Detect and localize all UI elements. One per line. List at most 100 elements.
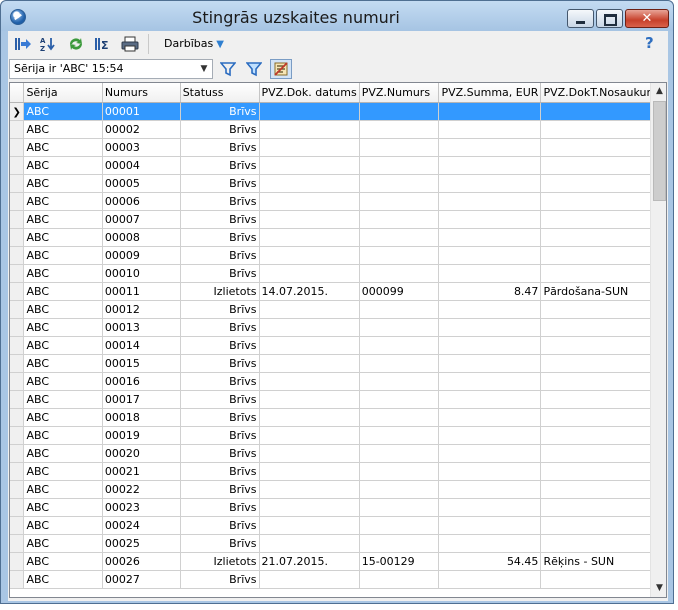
vertical-scrollbar[interactable]: ▲ ▼ bbox=[650, 83, 666, 597]
table-row[interactable]: ABC 00024 Brīvs bbox=[10, 516, 666, 535]
export-button[interactable] bbox=[12, 34, 34, 54]
scroll-thumb[interactable] bbox=[653, 101, 666, 201]
table-row[interactable]: ABC 00003 Brīvs bbox=[10, 138, 666, 157]
cell-numurs[interactable]: 00022 bbox=[102, 480, 181, 499]
cell-numurs[interactable]: 00024 bbox=[102, 516, 181, 535]
cell-dok-datums[interactable]: 21.07.2015. bbox=[259, 552, 360, 571]
cell-serija[interactable]: ABC bbox=[23, 192, 103, 211]
cell-statuss[interactable]: Brīvs bbox=[180, 174, 260, 193]
cell-nosaukums[interactable] bbox=[540, 534, 666, 553]
cell-dok-datums[interactable] bbox=[259, 462, 360, 481]
cell-dok-datums[interactable] bbox=[259, 354, 360, 373]
column-header-pvz-numurs[interactable]: PVZ.Numurs bbox=[359, 83, 440, 103]
cell-pvz-numurs[interactable] bbox=[359, 372, 440, 391]
cell-summa[interactable] bbox=[438, 210, 542, 229]
cell-dok-datums[interactable] bbox=[259, 516, 360, 535]
cell-pvz-numurs[interactable] bbox=[359, 138, 440, 157]
cell-dok-datums[interactable] bbox=[259, 174, 360, 193]
row-indicator[interactable] bbox=[10, 138, 25, 157]
cell-serija[interactable]: ABC bbox=[23, 318, 103, 337]
cell-numurs[interactable]: 00003 bbox=[102, 138, 181, 157]
column-header-statuss[interactable]: Statuss bbox=[180, 83, 260, 103]
actions-menu-button[interactable]: Darbības ▼ bbox=[164, 37, 224, 50]
cell-summa[interactable] bbox=[438, 516, 542, 535]
table-row[interactable]: ABC 00019 Brīvs bbox=[10, 426, 666, 445]
cell-statuss[interactable]: Brīvs bbox=[180, 480, 260, 499]
cell-serija[interactable]: ABC bbox=[23, 282, 103, 301]
cell-statuss[interactable]: Brīvs bbox=[180, 210, 260, 229]
cell-dok-datums[interactable] bbox=[259, 318, 360, 337]
cell-serija[interactable]: ABC bbox=[23, 516, 103, 535]
cell-pvz-numurs[interactable] bbox=[359, 354, 440, 373]
cell-dok-datums[interactable] bbox=[259, 120, 360, 139]
cell-serija[interactable]: ABC bbox=[23, 300, 103, 319]
cell-pvz-numurs[interactable] bbox=[359, 390, 440, 409]
cell-nosaukums[interactable] bbox=[540, 498, 666, 517]
cell-pvz-numurs[interactable] bbox=[359, 444, 440, 463]
clear-filter-button[interactable] bbox=[270, 59, 292, 79]
table-row[interactable]: ABC 00015 Brīvs bbox=[10, 354, 666, 373]
cell-pvz-numurs[interactable] bbox=[359, 534, 440, 553]
row-indicator[interactable] bbox=[10, 246, 25, 265]
sum-button[interactable]: Σ bbox=[92, 34, 114, 54]
cell-nosaukums[interactable] bbox=[540, 318, 666, 337]
cell-numurs[interactable]: 00016 bbox=[102, 372, 181, 391]
cell-pvz-numurs[interactable] bbox=[359, 210, 440, 229]
table-row[interactable]: ABC 00016 Brīvs bbox=[10, 372, 666, 391]
cell-nosaukums[interactable] bbox=[540, 372, 666, 391]
row-indicator[interactable] bbox=[10, 444, 25, 463]
cell-statuss[interactable]: Brīvs bbox=[180, 228, 260, 247]
cell-statuss[interactable]: Brīvs bbox=[180, 534, 260, 553]
cell-pvz-numurs[interactable] bbox=[359, 264, 440, 283]
column-header-nosaukums[interactable]: PVZ.DokT.Nosaukums bbox=[540, 83, 666, 103]
cell-serija[interactable]: ABC bbox=[23, 174, 103, 193]
data-grid[interactable]: Sērija Numurs Statuss PVZ.Dok. datums PV… bbox=[9, 82, 667, 598]
cell-summa[interactable] bbox=[438, 228, 542, 247]
cell-nosaukums[interactable] bbox=[540, 300, 666, 319]
cell-nosaukums[interactable] bbox=[540, 174, 666, 193]
cell-numurs[interactable]: 00007 bbox=[102, 210, 181, 229]
cell-numurs[interactable]: 00026 bbox=[102, 552, 181, 571]
maximize-button[interactable] bbox=[596, 9, 623, 28]
cell-summa[interactable] bbox=[438, 156, 542, 175]
cell-dok-datums[interactable] bbox=[259, 426, 360, 445]
cell-pvz-numurs[interactable] bbox=[359, 246, 440, 265]
cell-serija[interactable]: ABC bbox=[23, 138, 103, 157]
cell-nosaukums[interactable] bbox=[540, 354, 666, 373]
cell-statuss[interactable]: Brīvs bbox=[180, 264, 260, 283]
cell-pvz-numurs[interactable] bbox=[359, 336, 440, 355]
row-indicator[interactable] bbox=[10, 210, 25, 229]
cell-dok-datums[interactable] bbox=[259, 336, 360, 355]
cell-statuss[interactable]: Brīvs bbox=[180, 336, 260, 355]
cell-statuss[interactable]: Brīvs bbox=[180, 300, 260, 319]
cell-summa[interactable] bbox=[438, 426, 542, 445]
column-header-summa[interactable]: PVZ.Summa, EUR bbox=[438, 83, 542, 103]
cell-statuss[interactable]: Izlietots bbox=[180, 282, 260, 301]
table-row[interactable]: ❯ ABC 00001 Brīvs bbox=[10, 102, 666, 121]
table-row[interactable]: ABC 00006 Brīvs bbox=[10, 192, 666, 211]
cell-statuss[interactable]: Brīvs bbox=[180, 138, 260, 157]
cell-statuss[interactable]: Brīvs bbox=[180, 192, 260, 211]
cell-pvz-numurs[interactable] bbox=[359, 426, 440, 445]
cell-nosaukums[interactable]: Pārdošana-SUN bbox=[540, 282, 666, 301]
row-indicator[interactable] bbox=[10, 552, 25, 571]
table-row[interactable]: ABC 00011 Izlietots 14.07.2015. 000099 8.47 Pā… bbox=[10, 282, 666, 301]
row-indicator[interactable] bbox=[10, 462, 25, 481]
cell-dok-datums[interactable]: 14.07.2015. bbox=[259, 282, 360, 301]
cell-summa[interactable] bbox=[438, 318, 542, 337]
cell-pvz-numurs[interactable] bbox=[359, 516, 440, 535]
row-indicator[interactable] bbox=[10, 318, 25, 337]
table-row[interactable]: ABC 00014 Brīvs bbox=[10, 336, 666, 355]
cell-statuss[interactable]: Brīvs bbox=[180, 156, 260, 175]
table-row[interactable]: ABC 00027 Brīvs bbox=[10, 570, 666, 589]
print-button[interactable] bbox=[119, 34, 141, 54]
cell-serija[interactable]: ABC bbox=[23, 462, 103, 481]
cell-dok-datums[interactable] bbox=[259, 228, 360, 247]
cell-serija[interactable]: ABC bbox=[23, 354, 103, 373]
cell-dok-datums[interactable] bbox=[259, 210, 360, 229]
cell-numurs[interactable]: 00021 bbox=[102, 462, 181, 481]
cell-pvz-numurs[interactable]: 15-00129 bbox=[359, 552, 440, 571]
cell-serija[interactable]: ABC bbox=[23, 120, 103, 139]
cell-nosaukums[interactable] bbox=[540, 192, 666, 211]
cell-serija[interactable]: ABC bbox=[23, 336, 103, 355]
